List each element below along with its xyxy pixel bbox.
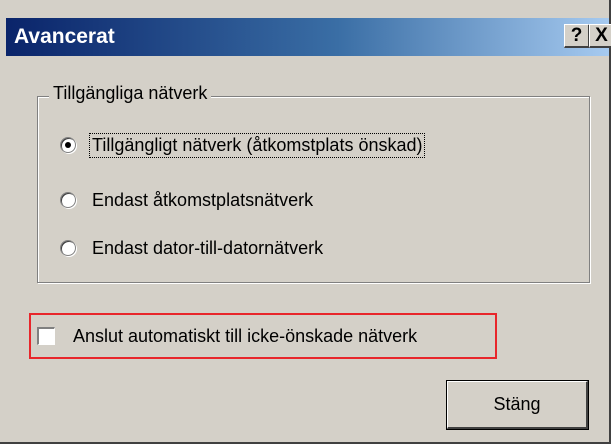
group-title: Tillgängliga nätverk (49, 83, 212, 104)
help-button[interactable]: ? (564, 24, 590, 48)
radio-option-preferred[interactable]: Tillgängligt nätverk (åtkomstplats önska… (60, 130, 426, 160)
close-button[interactable]: Stäng (446, 380, 589, 430)
radio-label: Tillgängligt nätverk (åtkomstplats önska… (88, 132, 426, 158)
radio-option-computer-to-computer[interactable]: Endast dator-till-datornätverk (60, 233, 325, 263)
help-icon: ? (570, 25, 583, 46)
radio-button[interactable] (60, 137, 76, 153)
close-icon: X (595, 25, 608, 46)
radio-button[interactable] (60, 240, 76, 256)
auto-connect-checkbox[interactable] (37, 327, 55, 345)
close-window-button[interactable]: X (589, 24, 611, 48)
advanced-dialog: Avancerat ? X Tillgängliga nätverk Tillg… (0, 0, 611, 444)
radio-label: Endast åtkomstplatsnätverk (92, 189, 314, 210)
radio-label: Endast dator-till-datornätverk (92, 237, 324, 258)
radio-option-access-point-only[interactable]: Endast åtkomstplatsnätverk (60, 185, 315, 215)
radio-button[interactable] (60, 192, 76, 208)
title-bar[interactable]: Avancerat ? X (6, 18, 611, 56)
window-title: Avancerat (14, 25, 115, 48)
auto-connect-label: Anslut automatiskt till icke-önskade nät… (73, 325, 418, 346)
auto-connect-option[interactable]: Anslut automatiskt till icke-önskade nät… (37, 322, 417, 350)
